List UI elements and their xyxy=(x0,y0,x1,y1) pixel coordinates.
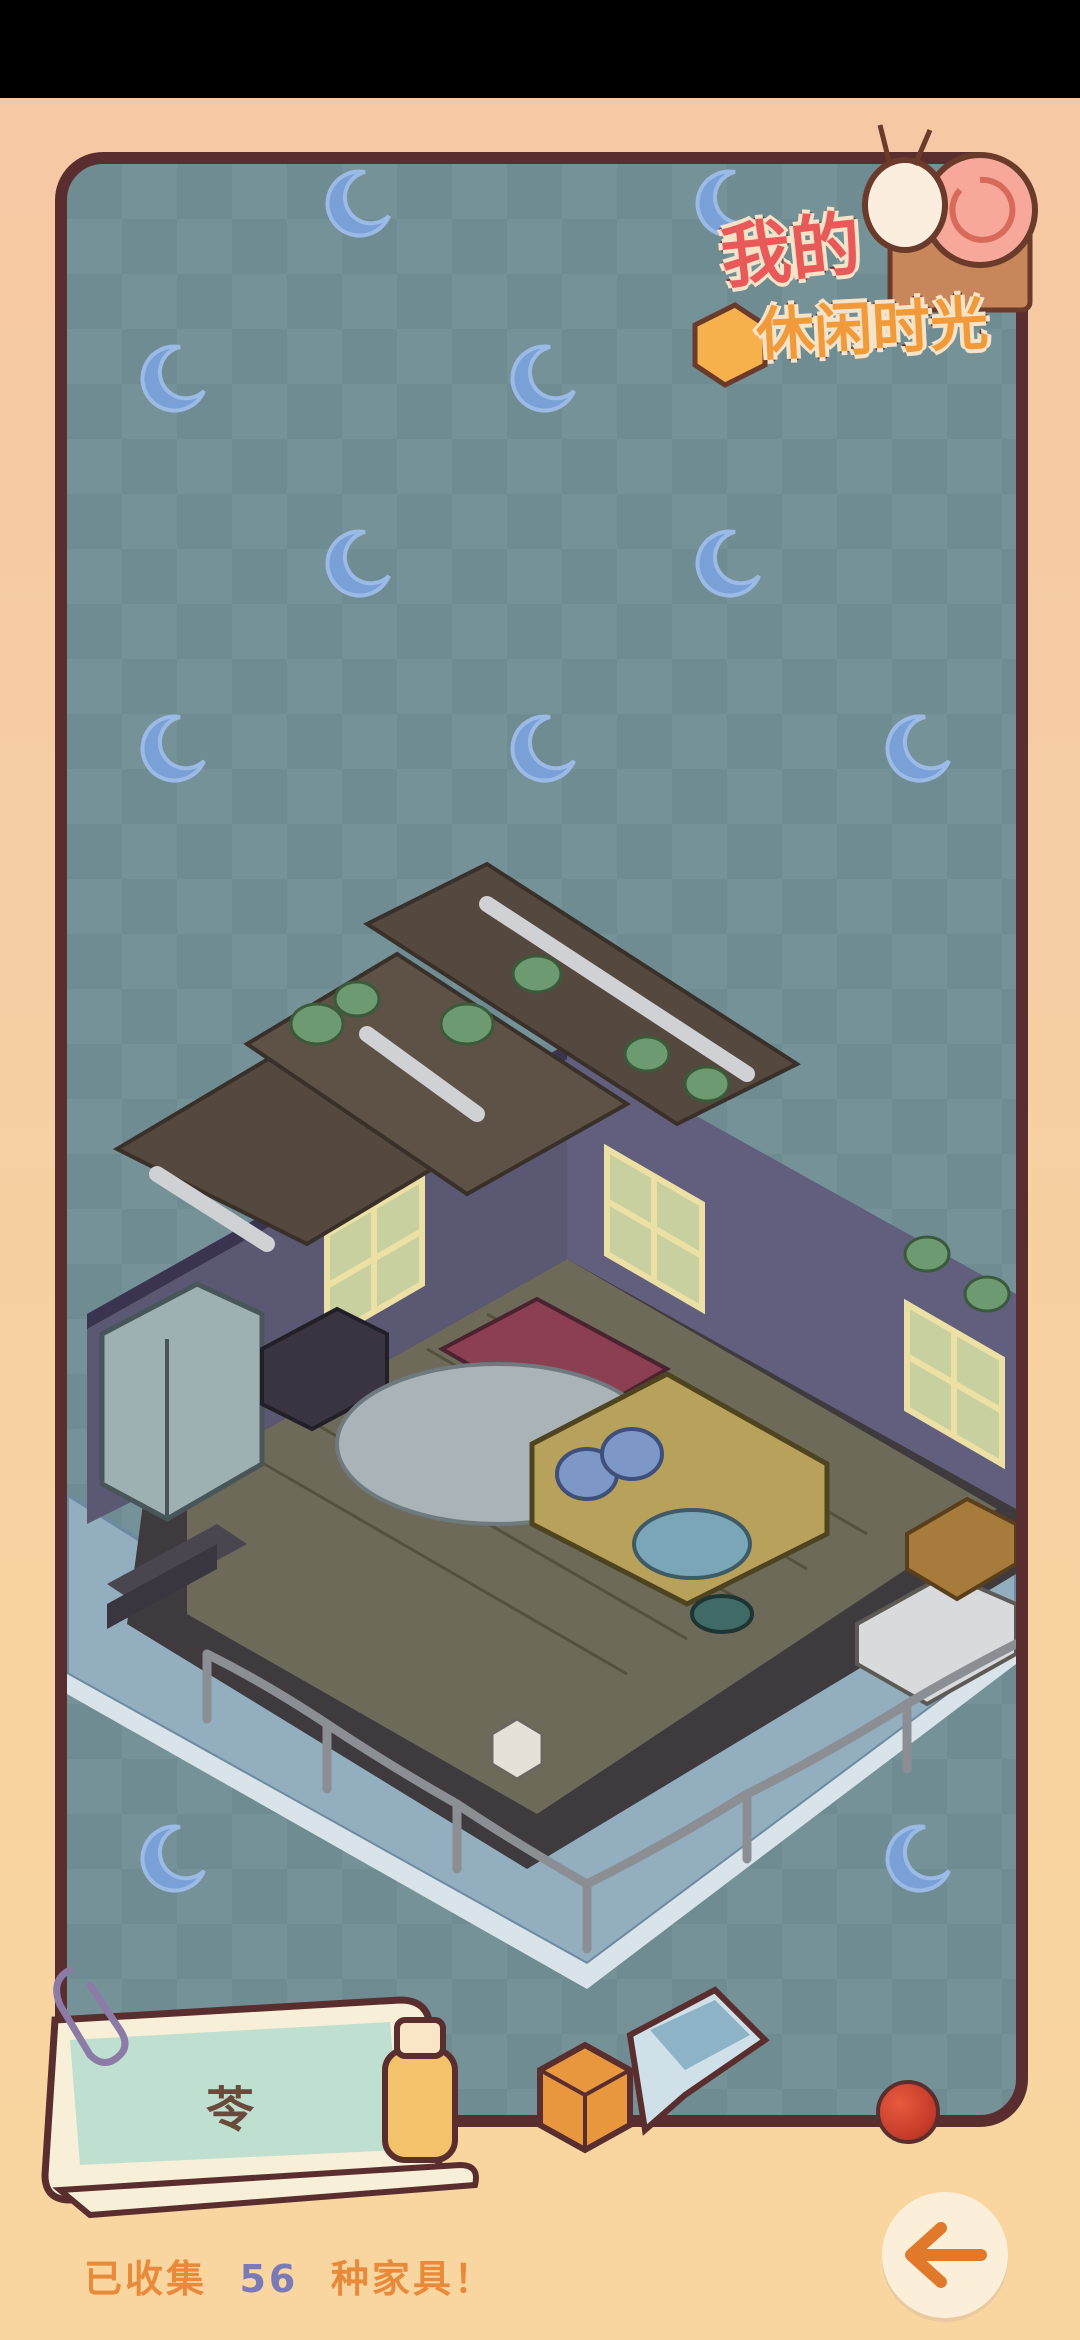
coffee-table xyxy=(632,1508,752,1580)
collected-count: 56 xyxy=(239,2257,299,2301)
potted-plant xyxy=(490,1717,544,1781)
status-bar xyxy=(0,0,1080,98)
game-logo: 我的 休闲时光 xyxy=(680,110,1060,400)
room-name-label: 苓 xyxy=(205,2082,254,2138)
room-display-frame xyxy=(55,152,1028,2127)
red-ball-decoration xyxy=(876,2080,940,2144)
juice-bottle-icon xyxy=(382,2017,458,2163)
stool xyxy=(690,1594,754,1634)
collected-prefix: 已收集 xyxy=(84,2257,208,2301)
collected-count-text: 已收集 56 种家具！ xyxy=(84,2248,495,2303)
collected-suffix: 种家具！ xyxy=(330,2257,495,2301)
arrow-left-icon xyxy=(905,2222,987,2288)
game-title-line2: 休闲时光 xyxy=(753,287,991,370)
book-cube-decoration xyxy=(537,1986,770,2154)
isometric-room[interactable] xyxy=(67,164,1016,2115)
back-button[interactable] xyxy=(882,2192,1008,2318)
